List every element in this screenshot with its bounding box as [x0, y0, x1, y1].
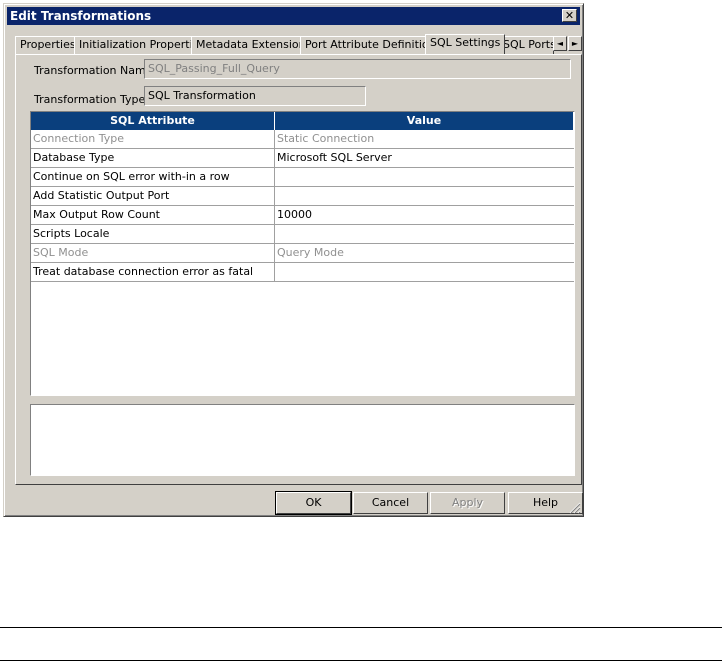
transformation-type-field: SQL Transformation — [144, 86, 366, 106]
tab-label: SQL Settings — [430, 36, 501, 49]
tab-label: Port Attribute Definitions — [305, 38, 442, 51]
tab-label: Initialization Properties — [79, 38, 206, 51]
transformation-name-field[interactable]: SQL_Passing_Full_Query — [144, 59, 571, 79]
apply-button[interactable]: Apply — [430, 492, 505, 514]
tab-label: SQL Ports — [503, 38, 554, 51]
table-row[interactable]: Continue on SQL error with-in a row — [31, 168, 574, 187]
table-row[interactable]: Scripts Locale — [31, 225, 574, 244]
title-bar: Edit Transformations ✕ — [7, 7, 580, 25]
cancel-button[interactable]: Cancel — [353, 492, 428, 514]
table-row[interactable]: Treat database connection error as fatal — [31, 263, 574, 282]
tab-sql-settings[interactable]: SQL Settings — [425, 34, 506, 54]
attribute-cell: Database Type — [31, 149, 275, 167]
value-cell[interactable] — [275, 263, 574, 281]
close-button[interactable]: ✕ — [562, 9, 577, 22]
tab-properties[interactable]: Properties — [15, 36, 81, 54]
table-row[interactable]: SQL Mode Query Mode — [31, 244, 574, 263]
attribute-cell: Max Output Row Count — [31, 206, 275, 224]
attribute-cell: SQL Mode — [31, 244, 275, 262]
value-cell[interactable] — [275, 168, 574, 186]
tab-strip: Properties Initialization Properties Met… — [15, 34, 583, 54]
value-cell[interactable]: 10000 — [275, 206, 574, 224]
table-row[interactable]: Database Type Microsoft SQL Server — [31, 149, 574, 168]
transformation-type-label: Transformation Type: — [34, 93, 149, 106]
table-row[interactable]: Max Output Row Count 10000 — [31, 206, 574, 225]
edit-transformations-dialog: Edit Transformations ✕ Properties Initia… — [3, 3, 584, 517]
value-cell[interactable]: Query Mode — [275, 244, 574, 262]
column-header-value[interactable]: Value — [275, 112, 574, 130]
column-header-sql-attribute[interactable]: SQL Attribute — [31, 112, 275, 130]
attribute-cell: Continue on SQL error with-in a row — [31, 168, 275, 186]
table-row[interactable]: Add Statistic Output Port — [31, 187, 574, 206]
arrow-left-icon: ◄ — [556, 39, 564, 48]
value-cell[interactable]: Static Connection — [275, 130, 574, 148]
table-row[interactable]: Connection Type Static Connection — [31, 130, 574, 149]
attribute-cell: Treat database connection error as fatal — [31, 263, 275, 281]
attribute-cell: Add Statistic Output Port — [31, 187, 275, 205]
resize-grip-icon[interactable] — [569, 502, 581, 514]
sql-attribute-grid: SQL Attribute Value Connection Type Stat… — [30, 111, 575, 396]
tab-scroll-left-button[interactable]: ◄ — [553, 36, 567, 51]
ok-button[interactable]: OK — [275, 491, 352, 515]
description-box[interactable] — [30, 404, 575, 476]
tab-label: Properties — [20, 38, 76, 51]
close-icon: ✕ — [564, 9, 575, 22]
arrow-right-icon: ► — [571, 39, 579, 48]
divider-line — [0, 627, 722, 628]
tab-sql-ports[interactable]: SQL Ports — [498, 36, 554, 54]
value-cell[interactable] — [275, 187, 574, 205]
attribute-cell: Connection Type — [31, 130, 275, 148]
tab-initialization-properties[interactable]: Initialization Properties — [74, 36, 211, 54]
value-cell[interactable] — [275, 225, 574, 243]
transformation-name-label: Transformation Name: — [34, 64, 157, 77]
value-cell[interactable]: Microsoft SQL Server — [275, 149, 574, 167]
tab-scroll-right-button[interactable]: ► — [568, 36, 582, 51]
window-title: Edit Transformations — [10, 9, 152, 23]
tab-metadata-extensions[interactable]: Metadata Extensions — [191, 36, 317, 54]
attribute-cell: Scripts Locale — [31, 225, 275, 243]
grid-header: SQL Attribute Value — [31, 112, 574, 130]
tab-label: Metadata Extensions — [196, 38, 312, 51]
